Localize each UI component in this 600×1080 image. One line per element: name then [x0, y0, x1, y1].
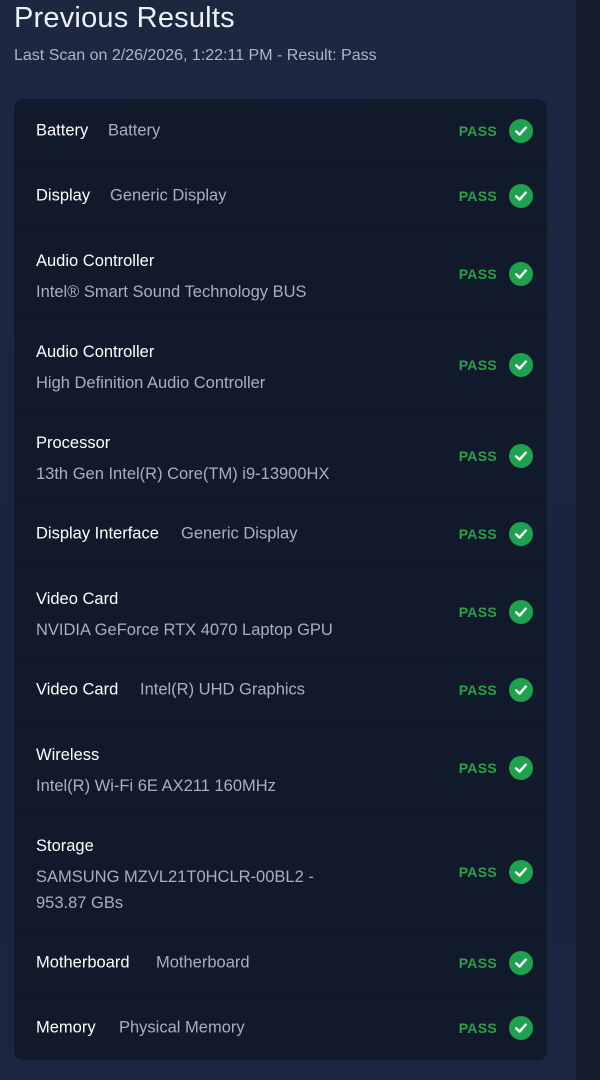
results-list: Battery Battery PASS Display Generic Dis… — [14, 99, 547, 1060]
check-circle-icon — [509, 600, 533, 624]
status-badge: PASS — [458, 526, 497, 542]
component-name: Battery — [36, 121, 89, 140]
status-badge: PASS — [458, 604, 497, 620]
component-detail: Intel(R) Wi-Fi 6E AX211 160MHz — [36, 777, 276, 795]
status-badge: PASS — [458, 760, 497, 776]
result-row-battery[interactable]: Battery Battery PASS — [14, 99, 547, 164]
result-row-audio-controller-intel[interactable]: Audio Controller Intel® Smart Sound Tech… — [14, 229, 547, 320]
check-circle-icon — [509, 756, 533, 780]
component-detail: Battery — [108, 121, 161, 140]
result-row-motherboard[interactable]: Motherboard Motherboard PASS — [14, 931, 547, 996]
component-name: Memory — [36, 1018, 96, 1037]
check-circle-icon — [509, 262, 533, 286]
result-row-video-card-intel[interactable]: Video Card Intel(R) UHD Graphics PASS — [14, 658, 547, 723]
status-group: PASS — [459, 444, 533, 468]
component-name: Storage — [36, 837, 94, 855]
result-row-processor[interactable]: Processor 13th Gen Intel(R) Core(TM) i9-… — [14, 411, 547, 502]
component-name: Motherboard — [36, 953, 130, 972]
component-detail: Motherboard — [156, 953, 250, 972]
status-group: PASS — [459, 600, 533, 624]
status-group: PASS — [459, 522, 533, 546]
status-badge: PASS — [458, 266, 497, 282]
status-badge: PASS — [458, 955, 497, 971]
component-name: Wireless — [36, 746, 100, 764]
check-circle-icon — [509, 444, 533, 468]
component-detail: Intel(R) UHD Graphics — [140, 680, 306, 699]
result-row-storage[interactable]: Storage SAMSUNG MZVL21T0HCLR-00BL2 - 953… — [14, 814, 547, 931]
status-badge: PASS — [458, 448, 497, 464]
component-detail: Generic Display — [110, 186, 227, 205]
last-scan-summary: Last Scan on 2/26/2026, 1:22:11 PM - Res… — [14, 47, 377, 64]
component-name: Display — [36, 186, 91, 205]
result-row-wireless[interactable]: Wireless Intel(R) Wi-Fi 6E AX211 160MHz … — [14, 723, 547, 814]
check-circle-icon — [509, 951, 533, 975]
component-name: Video Card — [36, 680, 119, 699]
check-circle-icon — [509, 860, 533, 884]
status-group: PASS — [459, 951, 533, 975]
status-group: PASS — [459, 860, 533, 884]
result-row-memory[interactable]: Memory Physical Memory PASS — [14, 996, 547, 1060]
component-detail: SAMSUNG MZVL21T0HCLR-00BL2 - 953.87 GBs — [36, 868, 314, 912]
check-circle-icon — [509, 1016, 533, 1040]
component-detail: Intel® Smart Sound Technology BUS — [36, 283, 307, 301]
component-detail: Physical Memory — [119, 1018, 245, 1037]
component-detail: 13th Gen Intel(R) Core(TM) i9-13900HX — [36, 465, 330, 483]
result-row-audio-controller-hd[interactable]: Audio Controller High Definition Audio C… — [14, 320, 547, 411]
component-detail: High Definition Audio Controller — [36, 374, 266, 392]
status-badge: PASS — [458, 357, 497, 373]
result-row-display-interface[interactable]: Display Interface Generic Display PASS — [14, 502, 547, 567]
result-row-display[interactable]: Display Generic Display PASS — [14, 164, 547, 229]
status-badge: PASS — [458, 682, 497, 698]
component-detail: NVIDIA GeForce RTX 4070 Laptop GPU — [36, 621, 333, 639]
status-group: PASS — [459, 119, 533, 143]
check-circle-icon — [509, 119, 533, 143]
results-page: Previous Results Last Scan on 2/26/2026,… — [0, 0, 576, 1080]
component-name: Processor — [36, 434, 111, 452]
status-group: PASS — [459, 1016, 533, 1040]
status-group: PASS — [459, 678, 533, 702]
status-group: PASS — [459, 262, 533, 286]
component-name: Audio Controller — [36, 252, 155, 270]
component-name: Audio Controller — [36, 343, 155, 361]
status-badge: PASS — [458, 864, 497, 880]
status-group: PASS — [459, 756, 533, 780]
result-row-video-card-nvidia[interactable]: Video Card NVIDIA GeForce RTX 4070 Lapto… — [14, 567, 547, 658]
right-rail — [576, 0, 600, 1080]
component-name: Video Card — [36, 590, 119, 608]
status-badge: PASS — [458, 123, 497, 139]
page-title: Previous Results — [14, 2, 235, 34]
status-group: PASS — [459, 184, 533, 208]
check-circle-icon — [509, 678, 533, 702]
status-badge: PASS — [458, 1020, 497, 1036]
status-group: PASS — [459, 353, 533, 377]
component-detail: Generic Display — [181, 524, 298, 543]
status-badge: PASS — [458, 188, 497, 204]
check-circle-icon — [509, 522, 533, 546]
component-name: Display Interface — [36, 524, 159, 543]
check-circle-icon — [509, 353, 533, 377]
check-circle-icon — [509, 184, 533, 208]
